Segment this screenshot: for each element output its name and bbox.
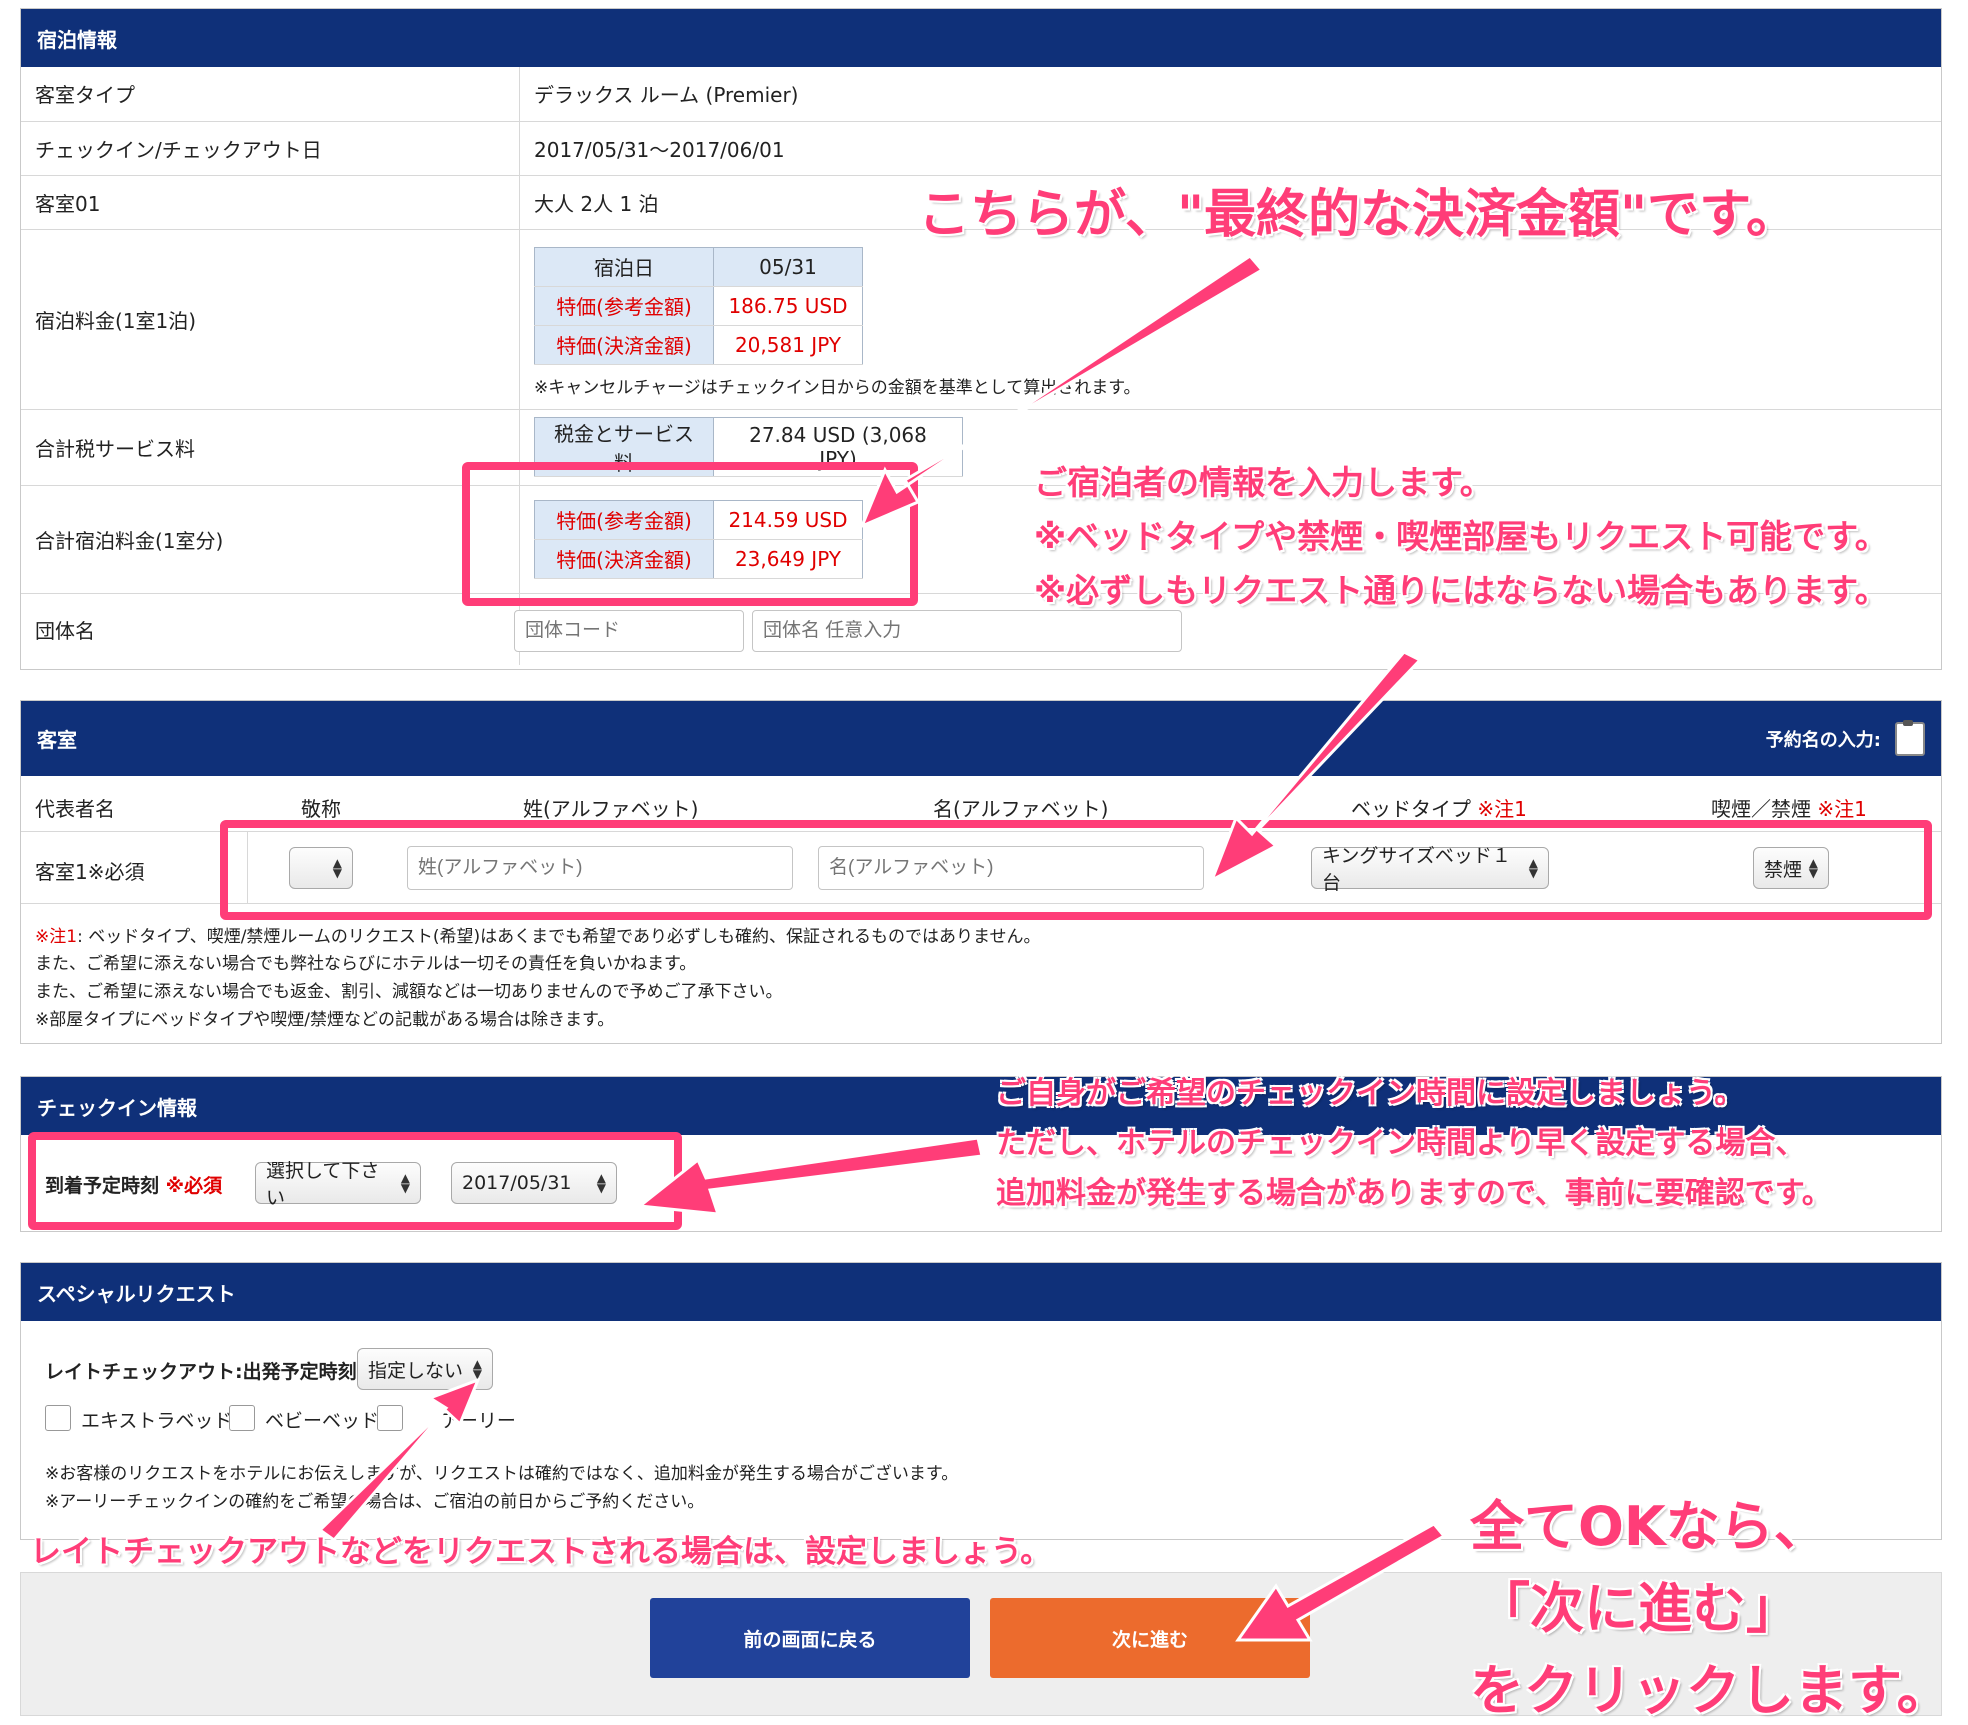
extra-bed-label: エキストラベッド <box>81 1410 233 1432</box>
annotation-checkin-1: ご自身がご希望のチェックイン時間に設定しましょう。 <box>996 1076 1745 1111</box>
room-col-bed-label: ベッドタイプ <box>1351 797 1471 821</box>
stay-info-header: 宿泊情報 <box>21 9 1941 67</box>
rate-label: 宿泊料金(1室1泊) <box>21 229 520 410</box>
rate-cell: 宿泊日 05/31 特価(参考金額) 186.75 USD 特価(決済金額) 2… <box>519 229 1941 410</box>
room-type-label: 客室タイプ <box>21 67 520 122</box>
room-note-4: ※部屋タイプにベッドタイプや喫煙/禁煙などの記載がある場合は除きます。 <box>35 1010 615 1030</box>
rate-table: 宿泊日 05/31 特価(参考金額) 186.75 USD 特価(決済金額) 2… <box>534 246 863 365</box>
annotation-checkin-2: ただし、ホテルのチェックイン時間より早く設定する場合、 <box>996 1126 1806 1161</box>
early-checkbox[interactable] <box>377 1405 403 1431</box>
room-note-3: また、ご希望に添えない場合でも返金、割引、減額などは一切ありませんので予めご了承… <box>35 982 783 1002</box>
tax-label: 合計税サービス料 <box>21 409 520 486</box>
late-checkout-select[interactable]: 指定しない ▲ ▼ <box>357 1348 493 1390</box>
group-label: 団体名 <box>21 593 520 665</box>
next-button[interactable]: 次に進む <box>990 1598 1310 1678</box>
room-header: 客室 予約名の入力: <box>21 701 1941 776</box>
room-col-title: 敬称 <box>301 797 341 821</box>
room-col-bed-note: ※注1 <box>1477 797 1527 821</box>
rate-date-value: 05/31 <box>713 246 863 287</box>
checkin-title: チェックイン情報 <box>37 1095 197 1120</box>
room-note-1-text: ベッドタイプ、喫煙/禁煙ルームのリクエスト(希望)はあくまでも希望であり必ずしも… <box>88 927 1041 947</box>
special-note-2: ※アーリーチェックインの確約をご希望の場合は、ご宿泊の前日からご予約ください。 <box>45 1492 705 1512</box>
dates-value: 2017/05/31～2017/06/01 <box>519 121 1941 176</box>
room-col-smoke: 喫煙／禁煙 ※注1 <box>1711 793 1867 822</box>
reservation-name-label: 予約名の入力: <box>1765 729 1881 751</box>
room-note-2: また、ご希望に添えない場合でも弊社ならびにホテルは一切その責任を負いかねます。 <box>35 954 697 974</box>
baby-bed-checkbox[interactable] <box>229 1405 255 1431</box>
clipboard-icon[interactable] <box>1895 719 1925 756</box>
annotation-final-amount: こちらが、"最終的な決済金額"です。 <box>918 185 1798 245</box>
room-col-last: 姓(アルファベット) <box>523 797 699 821</box>
rate-date-header: 宿泊日 <box>534 246 714 287</box>
annotation-guest-2: ※ベッドタイプや禁煙・喫煙部屋もリクエスト可能です。 <box>1034 517 1888 556</box>
total-label: 合計宿泊料金(1室分) <box>21 485 520 594</box>
back-button[interactable]: 前の画面に戻る <box>650 1598 970 1678</box>
special-note-1: ※お客様のリクエストをホテルにお伝えしますが、リクエストは確約ではなく、追加料金… <box>45 1464 959 1484</box>
room-col-smoke-note: ※注1 <box>1817 797 1867 821</box>
group-name-input[interactable] <box>752 610 1182 652</box>
rate-ref-label: 特価(参考金額) <box>534 285 714 326</box>
room01-label: 客室01 <box>21 175 520 230</box>
annotation-ok-1: 全てOKなら、 <box>1470 1495 1828 1558</box>
annotation-ok-3: をクリックします。 <box>1470 1659 1951 1722</box>
room-note-1: ※注1: ベッドタイプ、喫煙/禁煙ルームのリクエスト(希望)はあくまでも希望であ… <box>35 927 1041 947</box>
late-checkout-value: 指定しない <box>368 1359 464 1382</box>
room-col-smoke-label: 喫煙／禁煙 <box>1711 797 1811 821</box>
room-col-first: 名(アルファベット) <box>933 797 1109 821</box>
group-code-input[interactable] <box>514 610 744 652</box>
rate-ref-value: 186.75 USD <box>713 285 863 326</box>
room-row-label: 客室1※必須 <box>35 860 145 884</box>
annotation-late-checkout: レイトチェックアウトなどをリクエストされる場合は、設定しましょう。 <box>30 1534 1052 1570</box>
rate-pay-value: 20,581 JPY <box>713 324 863 365</box>
annotation-guest-3: ※必ずしもリクエスト通りにはならない場合もあります。 <box>1034 571 1888 610</box>
extra-bed-checkbox[interactable] <box>45 1405 71 1431</box>
room-note-prefix: ※注1 <box>35 927 78 947</box>
dates-label: チェックイン/チェックアウト日 <box>21 121 520 176</box>
annotation-ok-2: 「次に進む」 <box>1476 1577 1800 1640</box>
room-type-value: デラックス ルーム (Premier) <box>519 67 1941 122</box>
baby-bed-label: ベビーベッド <box>265 1410 380 1432</box>
highlight-total-price <box>462 462 918 606</box>
room-title: 客室 <box>37 728 77 752</box>
highlight-arrival <box>28 1132 682 1230</box>
special-title: スペシャルリクエスト <box>37 1281 236 1306</box>
reservation-name-group: 予約名の入力: <box>1765 719 1925 756</box>
room-col-rep: 代表者名 <box>35 797 115 821</box>
stay-info-title: 宿泊情報 <box>37 27 117 52</box>
early-label: アーリー <box>441 1410 516 1432</box>
rate-pay-label: 特価(決済金額) <box>534 324 714 365</box>
annotation-checkin-3: 追加料金が発生する場合がありますので、事前に要確認です。 <box>996 1176 1832 1211</box>
late-checkout-label: レイトチェックアウト:出発予定時刻 <box>45 1361 357 1383</box>
annotation-guest-1: ご宿泊者の情報を入力します。 <box>1034 463 1493 502</box>
special-header: スペシャルリクエスト <box>21 1263 1941 1321</box>
highlight-guest-row <box>220 820 1932 920</box>
cancel-note: ※キャンセルチャージはチェックイン日からの金額を基準として算出されます。 <box>534 377 1141 398</box>
room-col-bed: ベッドタイプ ※注1 <box>1351 793 1527 822</box>
